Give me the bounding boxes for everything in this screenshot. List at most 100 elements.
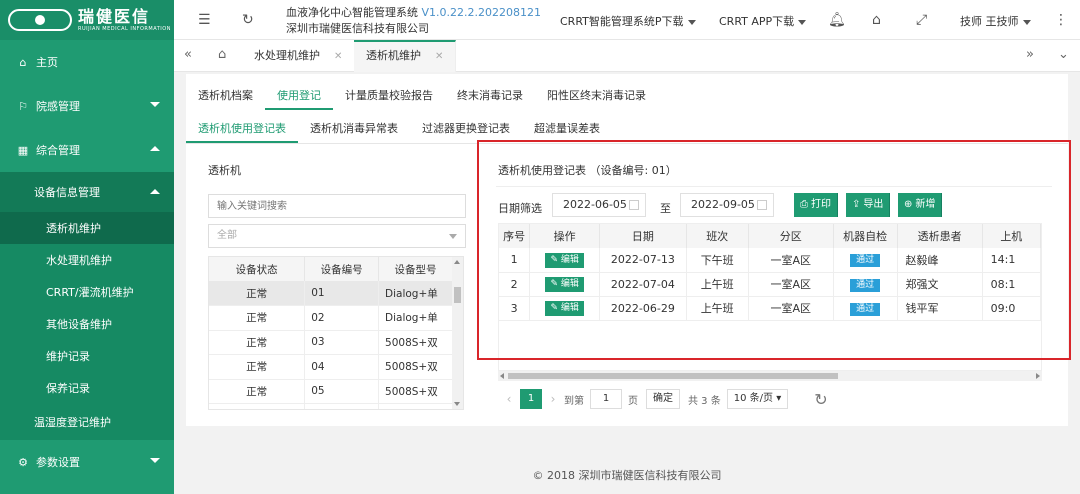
page-number-current[interactable]: 1 xyxy=(520,389,542,409)
table-row[interactable]: 正常 04 5008S+双 xyxy=(209,354,453,380)
refresh-icon[interactable]: ↻ xyxy=(242,12,254,28)
sidebar-item-upkeep-records[interactable]: 保养记录 xyxy=(0,372,174,404)
cell-number: 03 xyxy=(304,330,380,355)
refresh-icon[interactable]: ↻ xyxy=(814,390,827,409)
system-title: 血液净化中心智能管理系统 V1.0.22.2.202208121 深圳市瑞健医信… xyxy=(286,5,541,37)
highlight-box xyxy=(477,140,1071,360)
sidebar-item-crrt[interactable]: CRRT/灌流机维护 xyxy=(0,276,174,308)
system-version: V1.0.22.2.202208121 xyxy=(421,6,542,19)
chevron-down-icon xyxy=(1022,19,1031,25)
tab-machine-archive[interactable]: 透析机档案 xyxy=(186,82,265,110)
sidebar-item-general[interactable]: ▦ 综合管理 xyxy=(0,128,174,172)
chevron-down-icon[interactable]: ⌄ xyxy=(1058,47,1069,62)
close-icon[interactable]: ✕ xyxy=(435,51,443,62)
confirm-button[interactable]: 确定 xyxy=(646,389,680,409)
scroll-thumb[interactable] xyxy=(454,287,461,303)
sidebar-item-water-treatment[interactable]: 水处理机维护 xyxy=(0,244,174,276)
sidebar-item-other-device[interactable]: 其他设备维护 xyxy=(0,308,174,340)
tab-calibration-report[interactable]: 计量质量校验报告 xyxy=(333,82,445,110)
sidebar-item-params[interactable]: ⚙ 参数设置 xyxy=(0,440,174,484)
menu-toggle-icon[interactable]: ☰ xyxy=(198,12,211,28)
panel-title: 透析机 xyxy=(208,164,241,177)
table-row[interactable]: 正常 01 Dialog+单 xyxy=(209,281,453,306)
tab-bar: « ⌂ 水处理机维护 ✕ 透析机维护 ✕ » ⌄ xyxy=(174,40,1080,72)
double-chevron-right-icon[interactable]: » xyxy=(1026,47,1034,62)
tab-usage-log[interactable]: 透析机使用登记表 xyxy=(186,116,298,143)
machine-list-panel: 透析机 全部 设备状态 设备编号 设备型号 正常01Dialog+单 正常02D… xyxy=(198,150,468,418)
crrt-system-label: CRRT智能管理系统 xyxy=(560,15,655,28)
machine-table: 设备状态 设备编号 设备型号 正常 01 Dialog+单 正常 02 Dialog+单… xyxy=(208,256,464,410)
tab-dialysis-machine[interactable]: 透析机维护 ✕ xyxy=(354,40,457,72)
chevron-up-icon xyxy=(150,146,160,151)
cell-model xyxy=(378,403,453,409)
sidebar-item-label: 院感管理 xyxy=(36,100,80,113)
bell-icon[interactable]: 🔔︎ xyxy=(828,12,846,28)
grid-icon: ▦ xyxy=(17,143,29,157)
sidebar-item-label: 参数设置 xyxy=(36,456,80,469)
scroll-up-icon[interactable] xyxy=(454,260,460,264)
scroll-left-icon[interactable] xyxy=(500,373,504,379)
sidebar-item-home[interactable]: ⌂ 主页 xyxy=(0,40,174,84)
user-name: 技师 王技师 xyxy=(960,15,1019,28)
tab-filter-replacement[interactable]: 过滤器更换登记表 xyxy=(410,116,522,143)
double-chevron-left-icon[interactable]: « xyxy=(184,47,192,62)
tab-positive-area-disinfection[interactable]: 阳性区终末消毒记录 xyxy=(535,82,658,110)
crrt-app-label: CRRT APP下载 xyxy=(719,15,795,28)
cell-status: 正常 xyxy=(209,281,306,306)
chevron-down-icon xyxy=(687,19,696,25)
sidebar-item-maintenance-records[interactable]: 维护记录 xyxy=(0,340,174,372)
cell-model: 5008S+双 xyxy=(378,379,453,404)
sidebar-item-device-info[interactable]: 设备信息管理 xyxy=(0,172,174,212)
cell-model: Dialog+单 xyxy=(378,305,453,331)
table-row[interactable]: 正常 05 5008S+双 xyxy=(209,379,453,404)
sidebar-item-dialysis-machine[interactable]: 透析机维护 xyxy=(0,212,174,244)
logo-subtext: RUIJIAN MEDICAL INFORMATION xyxy=(78,25,171,32)
company-name: 深圳市瑞健医信科技有限公司 xyxy=(286,22,429,35)
p-download-label: P下载 xyxy=(654,15,684,28)
scroll-thumb[interactable] xyxy=(508,373,838,379)
tab-water-treatment[interactable]: 水处理机维护 ✕ xyxy=(242,40,356,72)
search-input[interactable] xyxy=(208,194,466,218)
tag-icon[interactable]: ⌂ xyxy=(872,12,881,28)
fullscreen-icon[interactable]: ⤢ xyxy=(916,12,927,28)
page-label: 页 xyxy=(628,395,638,407)
column-header[interactable]: 设备型号 xyxy=(378,257,453,281)
crrt-app-download-link[interactable]: CRRT APP下载 xyxy=(719,13,807,29)
home-tab-icon[interactable]: ⌂ xyxy=(218,47,226,62)
page-size-select[interactable]: 10 条/页 ▾ xyxy=(726,389,789,409)
next-page-icon[interactable]: › xyxy=(542,392,564,406)
tab-ultrafiltration-error[interactable]: 超滤量误差表 xyxy=(522,116,612,143)
sidebar-item-infection[interactable]: ⚐ 院感管理 xyxy=(0,84,174,128)
tab-label: 透析机维护 xyxy=(366,49,421,62)
cell-number: 01 xyxy=(304,281,380,306)
flag-icon: ⚐ xyxy=(18,99,28,113)
goto-label: 到第 xyxy=(564,395,584,407)
tab-terminal-disinfection[interactable]: 终末消毒记录 xyxy=(445,82,535,110)
user-menu[interactable]: 技师 王技师 xyxy=(960,13,1031,29)
cell-number: 05 xyxy=(304,379,380,404)
cell-number: 02 xyxy=(304,305,380,331)
select-value: 全部 xyxy=(217,230,237,241)
status-select[interactable]: 全部 xyxy=(208,224,466,248)
table-row[interactable]: 正常 02 Dialog+单 xyxy=(209,305,453,331)
vertical-scrollbar[interactable] xyxy=(452,257,463,409)
crrt-system-download-link[interactable]: CRRT智能管理系统P下载 xyxy=(560,13,696,29)
logo: 瑞健医信 RUIJIAN MEDICAL INFORMATION xyxy=(0,0,174,40)
prev-page-icon[interactable]: ‹ xyxy=(498,392,520,406)
column-header[interactable]: 设备编号 xyxy=(304,257,380,281)
horizontal-scrollbar[interactable] xyxy=(498,371,1042,381)
tab-label: 水处理机维护 xyxy=(254,49,320,62)
table-row[interactable]: 正常 03 5008S+双 xyxy=(209,330,453,355)
table-row[interactable]: 正常 xyxy=(209,403,453,409)
tab-usage-register[interactable]: 使用登记 xyxy=(265,82,333,110)
scroll-right-icon[interactable] xyxy=(1036,373,1040,379)
more-vertical-icon[interactable]: ⋮ xyxy=(1054,12,1068,28)
sidebar-item-temperature[interactable]: 温湿度登记维护 xyxy=(0,404,174,440)
goto-page-input[interactable]: 1 xyxy=(590,389,622,409)
close-icon[interactable]: ✕ xyxy=(334,51,342,62)
sidebar-item-label: 综合管理 xyxy=(36,144,80,157)
tab-disinfection-anomaly[interactable]: 透析机消毒异常表 xyxy=(298,116,410,143)
primary-tabs: 透析机档案 使用登记 计量质量校验报告 终末消毒记录 阳性区终末消毒记录 xyxy=(186,82,658,110)
scroll-down-icon[interactable] xyxy=(454,402,460,406)
column-header[interactable]: 设备状态 xyxy=(209,257,306,281)
